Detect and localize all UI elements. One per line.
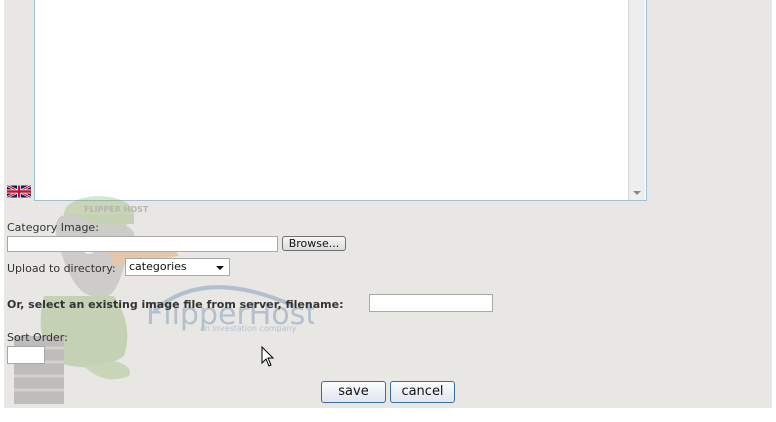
- upload-directory-selected: categories: [129, 260, 187, 273]
- existing-file-label: Or, select an existing image file from s…: [7, 298, 344, 311]
- upload-directory-label: Upload to directory:: [7, 262, 116, 275]
- sort-order-label: Sort Order:: [7, 331, 68, 344]
- existing-filename-input[interactable]: [369, 294, 493, 312]
- scroll-down-icon[interactable]: [633, 191, 641, 195]
- browse-button[interactable]: Browse...: [282, 236, 346, 251]
- chevron-down-icon[interactable]: [216, 266, 224, 270]
- flipperhost-watermark-logo: FLIPPER HOST FlipperHost an investation …: [14, 196, 314, 404]
- sort-order-input[interactable]: [7, 346, 45, 364]
- watermark-cap-text: FLIPPER HOST: [84, 205, 149, 214]
- save-button[interactable]: save: [321, 381, 386, 403]
- mouse-pointer-icon: [261, 346, 275, 367]
- editor-scrollbar[interactable]: [628, 0, 645, 200]
- category-image-file-input[interactable]: [7, 236, 278, 252]
- watermark-tagline: an investation company: [200, 324, 297, 333]
- uk-flag-icon[interactable]: [7, 184, 31, 199]
- category-image-label: Category Image:: [7, 221, 99, 234]
- form-panel: FLIPPER HOST FlipperHost an investation …: [4, 0, 772, 408]
- cancel-button[interactable]: cancel: [390, 381, 455, 403]
- upload-directory-select[interactable]: categories: [125, 258, 230, 276]
- description-editor[interactable]: [34, 0, 647, 201]
